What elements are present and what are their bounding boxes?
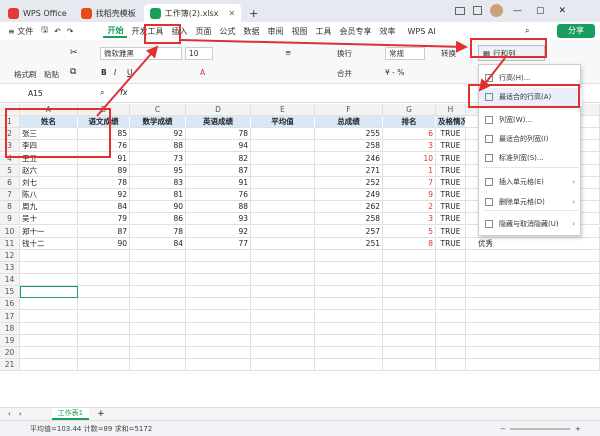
prev-sheet-icon[interactable]: ‹ (8, 410, 11, 418)
zoom-out-icon[interactable]: − (500, 425, 506, 433)
sheet-tab[interactable]: 工作表1 (51, 408, 90, 420)
sheet-tabs-bar: ‹ › 工作表1 + (0, 407, 600, 420)
zoom-slider[interactable] (510, 428, 570, 430)
status-bar: 平均值=103.44 计数=89 求和=5172 − + (0, 420, 600, 436)
add-sheet-button[interactable]: + (97, 409, 105, 419)
annotation-arrows (96, 39, 506, 117)
next-sheet-icon[interactable]: › (19, 410, 22, 418)
zoom-in-icon[interactable]: + (575, 425, 581, 433)
status-summary: 平均值=103.44 计数=89 求和=5172 (30, 424, 153, 433)
